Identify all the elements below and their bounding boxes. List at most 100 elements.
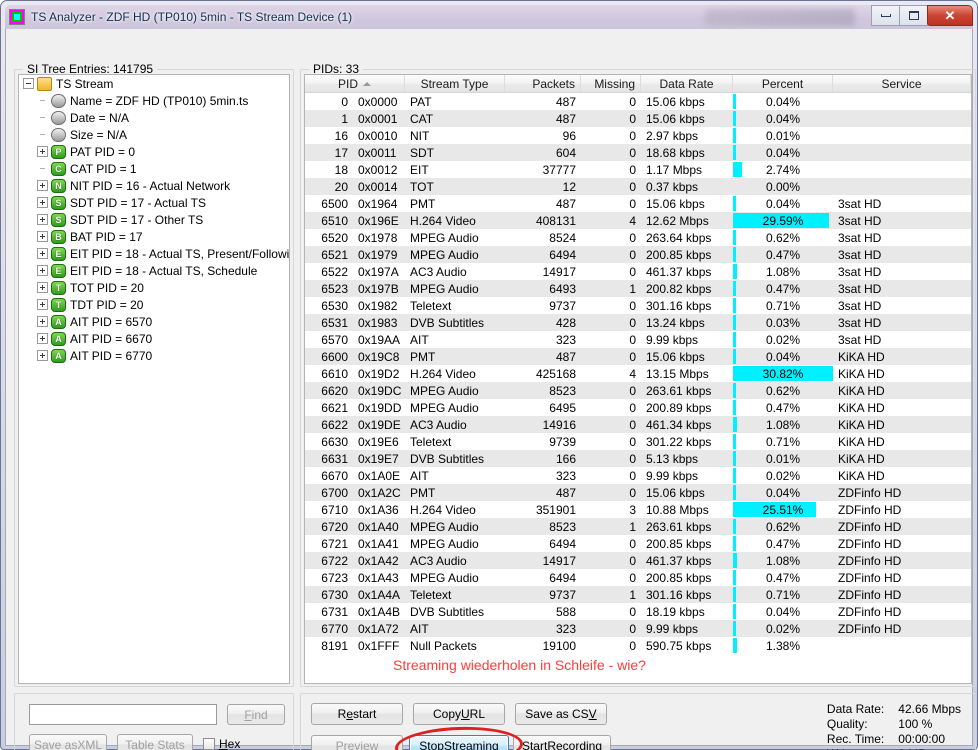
cell-percent: 0.04%: [733, 110, 833, 127]
table-row[interactable]: 67200x1A40MPEG Audio85231263.61 kbps0.62…: [305, 518, 971, 535]
table-row[interactable]: 67220x1A42AC3 Audio149170461.37 kbps1.08…: [305, 552, 971, 569]
table-row[interactable]: 67100x1A36H.264 Video351901310.88 Mbps25…: [305, 501, 971, 518]
table-row[interactable]: 66310x19E7DVB Subtitles16605.13 kbps0.01…: [305, 450, 971, 467]
table-row[interactable]: 170x0011SDT604018.68 kbps0.04%: [305, 144, 971, 161]
table-row[interactable]: 65100x196EH.264 Video408131412.62 Mbps29…: [305, 212, 971, 229]
cell-pid-hex: 0x197B: [353, 280, 405, 297]
table-stats-mnemonic: b: [138, 738, 145, 750]
tree-item[interactable]: AAIT PID = 6570: [19, 313, 289, 330]
table-row[interactable]: 67000x1A2CPMT487015.06 kbps0.04%ZDFinfo …: [305, 484, 971, 501]
save-as-csv-button[interactable]: Save as CSV: [515, 703, 607, 725]
table-row[interactable]: 10x0001CAT487015.06 kbps0.04%: [305, 110, 971, 127]
table-row[interactable]: 67210x1A41MPEG Audio64940200.85 kbps0.47…: [305, 535, 971, 552]
expand-icon[interactable]: [37, 333, 48, 344]
expand-icon[interactable]: [37, 299, 48, 310]
table-row[interactable]: 200x0014TOT1200.37 kbps0.00%: [305, 178, 971, 195]
tree-item[interactable]: TTOT PID = 20: [19, 279, 289, 296]
cell-pid-hex: 0x0010: [353, 127, 405, 144]
table-row[interactable]: 65700x19AAAIT32309.99 kbps0.02%3sat HD: [305, 331, 971, 348]
table-row[interactable]: 66200x19DCMPEG Audio85230263.61 kbps0.62…: [305, 382, 971, 399]
column-header-percent[interactable]: Percent: [733, 75, 833, 92]
table-row[interactable]: 65210x1979MPEG Audio64940200.85 kbps0.47…: [305, 246, 971, 263]
column-header-service[interactable]: Service: [833, 75, 971, 92]
table-row[interactable]: 65220x197AAC3 Audio149170461.37 kbps1.08…: [305, 263, 971, 280]
cell-pid-dec: 0: [305, 93, 353, 110]
column-header-pid[interactable]: PID: [305, 75, 405, 92]
table-row[interactable]: 66220x19DEAC3 Audio149160461.34 kbps1.08…: [305, 416, 971, 433]
cell-service: 3sat HD: [833, 195, 971, 212]
table-row[interactable]: 65230x197BMPEG Audio64931200.82 kbps0.47…: [305, 280, 971, 297]
tree-item[interactable]: AAIT PID = 6770: [19, 347, 289, 364]
hex-checkbox[interactable]: [203, 738, 215, 750]
table-stats-button[interactable]: Table Stats: [117, 734, 193, 750]
table-row[interactable]: 66210x19DDMPEG Audio64950200.89 kbps0.47…: [305, 399, 971, 416]
table-row[interactable]: 81910x1FFFNull Packets191000590.75 kbps1…: [305, 637, 971, 654]
expand-icon[interactable]: [37, 146, 48, 157]
table-row[interactable]: 66000x19C8PMT487015.06 kbps0.04%KiKA HD: [305, 348, 971, 365]
pid-table-header[interactable]: PIDStream TypePacketsMissingData RatePer…: [305, 75, 971, 93]
tree-item[interactable]: BBAT PID = 17: [19, 228, 289, 245]
cell-packets: 9739: [505, 433, 581, 450]
tree-item[interactable]: CCAT PID = 1: [19, 160, 289, 177]
table-row[interactable]: 66700x1A0EAIT32309.99 kbps0.02%KiKA HD: [305, 467, 971, 484]
tree-item[interactable]: SSDT PID = 17 - Other TS: [19, 211, 289, 228]
copy-url-button[interactable]: Copy URL: [413, 703, 505, 725]
close-button[interactable]: ✕: [927, 5, 973, 26]
tree-item[interactable]: NNIT PID = 16 - Actual Network: [19, 177, 289, 194]
tree-item[interactable]: Name = ZDF HD (TP010) 5min.ts: [19, 92, 289, 109]
expand-icon[interactable]: [37, 282, 48, 293]
maximize-button[interactable]: [899, 5, 928, 26]
tree-item[interactable]: EEIT PID = 18 - Actual TS, Schedule: [19, 262, 289, 279]
table-row[interactable]: 00x0000PAT487015.06 kbps0.04%: [305, 93, 971, 110]
cell-missing: 0: [581, 416, 641, 433]
table-row[interactable]: 160x0010NIT9602.97 kbps0.01%: [305, 127, 971, 144]
tree-item[interactable]: SSDT PID = 17 - Actual TS: [19, 194, 289, 211]
cell-packets: 6494: [505, 246, 581, 263]
stop-streaming-button[interactable]: Stop Streaming: [409, 735, 509, 750]
pid-table-body[interactable]: 00x0000PAT487015.06 kbps0.04%10x0001CAT4…: [305, 93, 971, 683]
hex-checkbox-row[interactable]: Hex: [203, 737, 240, 750]
table-row[interactable]: 67700x1A72AIT32309.99 kbps0.02%ZDFinfo H…: [305, 620, 971, 637]
collapse-icon[interactable]: [23, 78, 34, 89]
minimize-button[interactable]: [871, 5, 900, 26]
column-header-data-rate[interactable]: Data Rate: [641, 75, 733, 92]
table-row[interactable]: 66300x19E6Teletext97390301.22 kbps0.71%K…: [305, 433, 971, 450]
tree-item[interactable]: AAIT PID = 6670: [19, 330, 289, 347]
table-row[interactable]: 67300x1A4ATeletext97371301.16 kbps0.71%Z…: [305, 586, 971, 603]
table-row[interactable]: 65300x1982Teletext97370301.16 kbps0.71%3…: [305, 297, 971, 314]
expand-icon[interactable]: [37, 214, 48, 225]
save-as-xml-button[interactable]: Save as XML: [29, 734, 107, 750]
tree-item[interactable]: TTDT PID = 20: [19, 296, 289, 313]
column-header-stream-type[interactable]: Stream Type: [405, 75, 505, 92]
start-recording-button[interactable]: Start Recording: [513, 735, 611, 750]
expand-icon[interactable]: [37, 231, 48, 242]
expand-icon[interactable]: [37, 197, 48, 208]
tree-item[interactable]: Size = N/A: [19, 126, 289, 143]
expand-icon[interactable]: [37, 180, 48, 191]
pid-table[interactable]: PIDStream TypePacketsMissingData RatePer…: [304, 74, 972, 684]
preview-button[interactable]: Preview: [311, 735, 403, 750]
expand-icon[interactable]: [37, 316, 48, 327]
cell-pid-hex: 0x1A72: [353, 620, 405, 637]
table-row[interactable]: 65310x1983DVB Subtitles428013.24 kbps0.0…: [305, 314, 971, 331]
expand-icon[interactable]: [37, 248, 48, 259]
si-tree[interactable]: TS StreamName = ZDF HD (TP010) 5min.tsDa…: [18, 74, 290, 684]
find-button[interactable]: Find: [227, 704, 285, 725]
tree-item[interactable]: EEIT PID = 18 - Actual TS, Present/Follo…: [19, 245, 289, 262]
restart-button[interactable]: Restart: [311, 703, 403, 725]
tree-item[interactable]: Date = N/A: [19, 109, 289, 126]
table-row[interactable]: 180x0012EIT3777701.17 Mbps2.74%: [305, 161, 971, 178]
cell-data-rate: 15.06 kbps: [641, 93, 733, 110]
table-row[interactable]: 65000x1964PMT487015.06 kbps0.04%3sat HD: [305, 195, 971, 212]
find-input[interactable]: [29, 704, 217, 725]
table-row[interactable]: 66100x19D2H.264 Video425168413.15 Mbps30…: [305, 365, 971, 382]
table-row[interactable]: 67230x1A43MPEG Audio64940200.85 kbps0.47…: [305, 569, 971, 586]
column-header-missing[interactable]: Missing: [581, 75, 641, 92]
tree-item[interactable]: PPAT PID = 0: [19, 143, 289, 160]
tree-item[interactable]: TS Stream: [19, 75, 289, 92]
column-header-packets[interactable]: Packets: [505, 75, 581, 92]
table-row[interactable]: 65200x1978MPEG Audio85240263.64 kbps0.62…: [305, 229, 971, 246]
table-row[interactable]: 67310x1A4BDVB Subtitles588018.19 kbps0.0…: [305, 603, 971, 620]
expand-icon[interactable]: [37, 350, 48, 361]
expand-icon[interactable]: [37, 265, 48, 276]
